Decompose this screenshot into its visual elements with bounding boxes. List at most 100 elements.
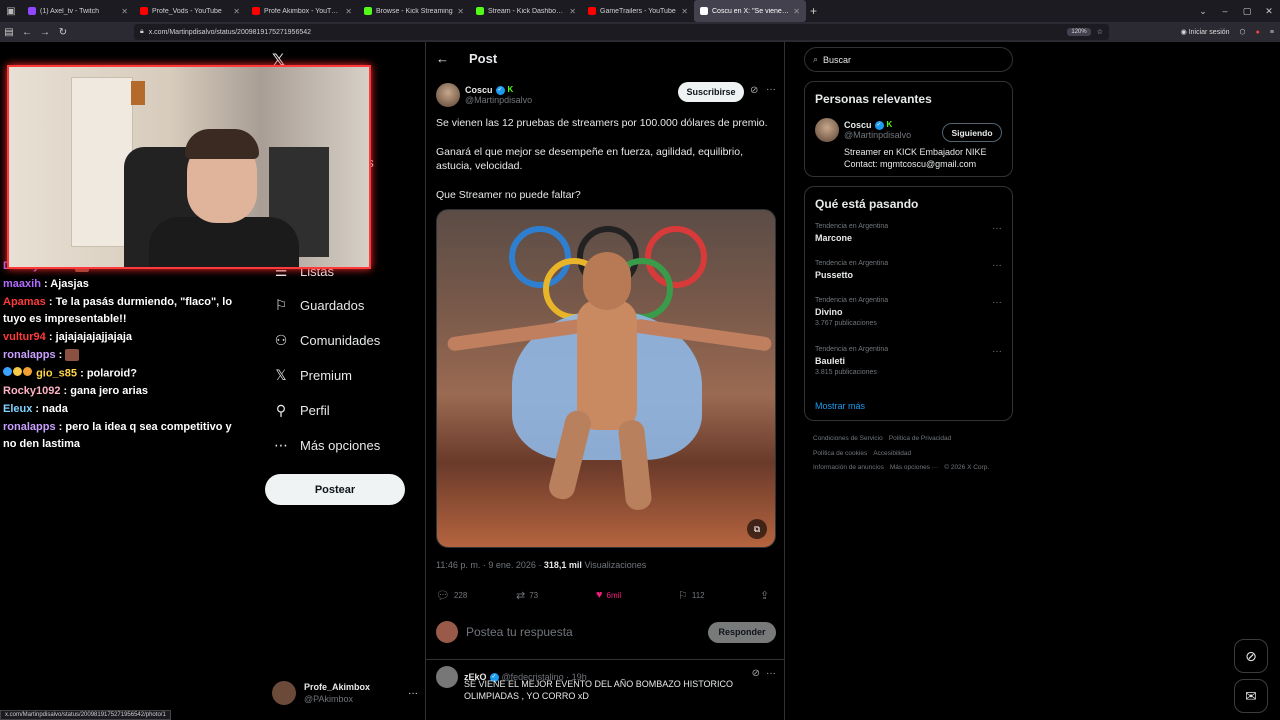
chat-username[interactable]: vultur94	[3, 331, 46, 343]
person-bio: Streamer en KICK Embajador NIKE Contact:…	[844, 147, 987, 169]
zoom-level[interactable]: 120%	[1067, 28, 1091, 36]
tab-close-icon[interactable]: ✕	[457, 7, 464, 16]
tab-overflow-icon[interactable]: ⌄	[1192, 6, 1214, 17]
post-button[interactable]: Postear	[265, 474, 405, 505]
tab-list-icon[interactable]: ▣	[0, 0, 22, 22]
tab-close-icon[interactable]: ✕	[793, 7, 800, 16]
browser-tab[interactable]: (1) Axel_tv - Twitch ✕	[22, 0, 134, 22]
chat-username[interactable]: ronalapps	[3, 421, 56, 433]
reload-icon[interactable]: ↻	[54, 27, 72, 38]
nav-communities[interactable]: ⚇ Comunidades	[272, 331, 381, 349]
trend-more-icon[interactable]: ···	[992, 297, 1002, 308]
trend-item[interactable]: Tendencia en Argentina Bauleti 3.815 publi…	[815, 346, 1002, 395]
post-views-count: 318,1 mil	[543, 560, 582, 570]
like-action[interactable]: ♥ 6mil	[596, 589, 678, 601]
grok-button[interactable]: ⊘	[1234, 639, 1268, 673]
browser-tab[interactable]: Profe_Vods - YouTube ✕	[134, 0, 246, 22]
extensions-icon[interactable]: ⬡	[1240, 28, 1246, 36]
account-avatar	[272, 681, 296, 705]
following-button[interactable]: Siguiendo	[942, 123, 1002, 142]
footer-link[interactable]: © 2026 X Corp.	[944, 464, 989, 471]
nav-bookmarks[interactable]: ⚐ Guardados	[272, 296, 365, 314]
footer-link[interactable]: Más opciones ···	[890, 464, 938, 471]
sidebar-toggle-icon[interactable]: ▤	[0, 27, 18, 38]
back-arrow-icon[interactable]: ←	[436, 51, 449, 66]
trend-item[interactable]: Tendencia en Argentina Marcone ···	[815, 223, 1002, 260]
chat-username[interactable]: gio_s85	[36, 367, 77, 379]
minimize-button[interactable]: –	[1214, 6, 1236, 16]
forward-icon[interactable]: →	[36, 27, 54, 38]
account-more-icon[interactable]: ···	[408, 688, 418, 699]
bookmark-action[interactable]: ⚐ 112	[678, 589, 760, 602]
trend-more-icon[interactable]: ···	[992, 223, 1002, 234]
footer-link[interactable]: Política de Privacidad	[889, 435, 952, 442]
relevant-people-title: Personas relevantes	[815, 92, 932, 106]
close-window-button[interactable]: ✕	[1258, 6, 1280, 17]
account-switcher[interactable]: Profe_Akimbox @PAkimbox ···	[272, 678, 418, 708]
chat-username[interactable]: Rocky1092	[3, 385, 61, 397]
maximize-button[interactable]: ▢	[1236, 6, 1258, 17]
grok-icon[interactable]: ⊘	[750, 85, 758, 96]
kick-badge-icon: K	[507, 85, 514, 94]
tab-close-icon[interactable]: ✕	[345, 7, 352, 16]
post-image[interactable]: ⧉	[436, 209, 776, 548]
chat-username[interactable]: maaxih	[3, 278, 41, 290]
post-timestamp[interactable]: 11:46 p. m. · 9 ene. 2026 ·	[436, 560, 544, 570]
repost-action[interactable]: ⇄ 73	[516, 589, 596, 602]
browser-tab[interactable]: Browse - Kick Streaming ✕	[358, 0, 470, 22]
post-text-line-2: Ganará el que mejor se desempeñe en fuer…	[436, 145, 744, 173]
browser-tab[interactable]: Stream - Kick Dashboard ✕	[470, 0, 582, 22]
nav-premium[interactable]: 𝕏 Premium	[272, 366, 352, 384]
trend-item[interactable]: Tendencia en Argentina Divino 3.767 public…	[815, 297, 1002, 346]
trending-title: Qué está pasando	[815, 197, 919, 211]
account-icon[interactable]: ◉ Iniciar sesión	[1181, 28, 1230, 36]
tab-close-icon[interactable]: ✕	[569, 7, 576, 16]
tab-close-icon[interactable]: ✕	[681, 7, 688, 16]
search-input[interactable]: Buscar	[823, 55, 851, 65]
browser-tab[interactable]: GameTrailers - YouTube ✕	[582, 0, 694, 22]
footer-link[interactable]: Política de cookies	[813, 450, 867, 457]
reply-button[interactable]: Responder	[708, 621, 776, 643]
reply-action[interactable]: 💬︎ 228	[436, 589, 516, 602]
reply-input[interactable]: Postea tu respuesta	[466, 625, 573, 639]
back-icon[interactable]: ←	[18, 27, 36, 38]
bookmark-star-icon[interactable]: ☆	[1097, 28, 1103, 36]
reply-avatar[interactable]	[436, 666, 458, 688]
reply-more-icon[interactable]: ···	[766, 668, 776, 679]
footer-link[interactable]: Información de anuncios	[813, 464, 884, 471]
nav-more[interactable]: ⋯ Más opciones	[272, 436, 380, 454]
person-name[interactable]: Coscu	[844, 120, 872, 130]
notification-icon[interactable]: ●	[1256, 29, 1260, 36]
url-bar[interactable]: 🔒︎ x.com/Martinpdisalvo/status/200981917…	[134, 24, 1109, 40]
menu-icon[interactable]: ≡	[1270, 29, 1274, 36]
author-name[interactable]: Coscu	[465, 85, 493, 95]
reply-grok-icon[interactable]: ⊘	[752, 668, 760, 679]
footer-link[interactable]: Accesibilidad	[873, 450, 911, 457]
messages-button[interactable]: ✉	[1234, 679, 1268, 713]
image-options-icon[interactable]: ⧉	[747, 519, 767, 539]
post-more-icon[interactable]: ···	[766, 84, 776, 95]
chat-username[interactable]: Apamas	[3, 296, 46, 308]
show-more-link[interactable]: Mostrar más	[815, 401, 1002, 411]
author-handle[interactable]: @Martinpdisalvo	[465, 95, 532, 105]
trend-more-icon[interactable]: ···	[992, 346, 1002, 357]
footer-link[interactable]: Condiciones de Servicio	[813, 435, 883, 442]
subscribe-button[interactable]: Suscribirse	[678, 82, 744, 102]
browser-tab[interactable]: Coscu en X: "Se vienen las 12 p ✕	[694, 0, 806, 22]
chat-username[interactable]: Eleux	[3, 403, 32, 415]
trend-item[interactable]: Tendencia en Argentina Pussetto ···	[815, 260, 1002, 297]
tab-close-icon[interactable]: ✕	[233, 7, 240, 16]
person-avatar[interactable]	[815, 118, 839, 142]
window-controls: ⌄ – ▢ ✕	[1192, 0, 1280, 22]
nav-profile[interactable]: ⚲ Perfil	[272, 401, 330, 419]
share-action[interactable]: ⇪	[760, 589, 773, 602]
new-tab-button[interactable]: +	[810, 4, 817, 18]
chat-username[interactable]: ronalapps	[3, 349, 56, 361]
trend-more-icon[interactable]: ···	[992, 260, 1002, 271]
reply-post[interactable]: zEkO ✓ @fedecristalino · 19h SE VIENE EL…	[436, 666, 776, 702]
author-avatar[interactable]	[436, 83, 460, 107]
browser-tab[interactable]: Profe Akimbox - YouTube ✕	[246, 0, 358, 22]
person-handle[interactable]: @Martinpdisalvo	[844, 130, 911, 140]
tab-close-icon[interactable]: ✕	[121, 7, 128, 16]
search-field[interactable]: ⌕ Buscar	[804, 47, 1013, 72]
